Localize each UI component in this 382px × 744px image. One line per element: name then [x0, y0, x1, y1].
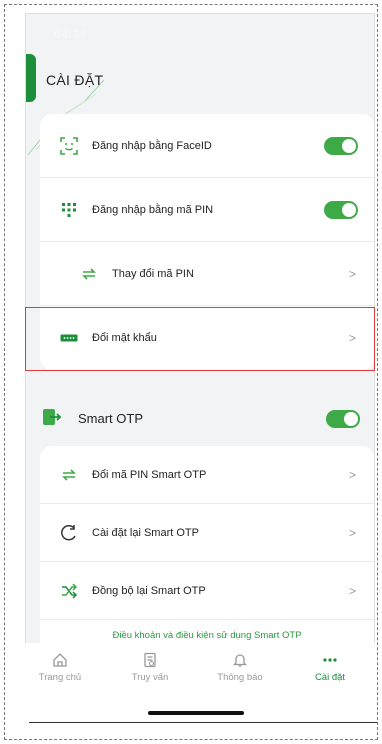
- signal-icon: [314, 28, 326, 36]
- otp-change-pin-label: Đổi mã PIN Smart OTP: [92, 468, 207, 481]
- otp-sync-row[interactable]: Đồng bộ lại Smart OTP >: [40, 562, 374, 620]
- smart-otp-toggle[interactable]: [326, 410, 360, 428]
- chevron-right-icon: >: [348, 467, 356, 482]
- tab-home-label: Trang chủ: [38, 672, 82, 683]
- tab-home[interactable]: Trang chủ: [25, 643, 95, 683]
- wifi-icon: [330, 28, 340, 36]
- otp-change-pin-row[interactable]: Đổi mã PIN Smart OTP >: [40, 446, 374, 504]
- home-icon: [25, 650, 95, 670]
- faceid-row: Đăng nhập bằng FaceID: [40, 114, 374, 178]
- change-pin-label: Thay đổi mã PIN: [112, 267, 194, 280]
- screenshot-frame: 04:39 CÀI ĐẶT Đăng nhập bằng FaceID Đăng…: [4, 4, 378, 740]
- tab-query[interactable]: Truy vấn: [115, 643, 185, 683]
- otp-sync-label: Đồng bộ lại Smart OTP: [92, 584, 206, 597]
- bottom-tabbar: Trang chủ Truy vấn Thông báo Cài đặt: [25, 643, 375, 693]
- change-password-highlight: [25, 307, 375, 371]
- bottom-divider: [29, 722, 377, 723]
- smart-otp-icon: [42, 408, 62, 431]
- more-icon: [295, 650, 365, 670]
- otp-reset-label: Cài đặt lại Smart OTP: [92, 526, 199, 539]
- faceid-icon: [58, 135, 80, 157]
- status-bar: 04:39: [26, 14, 374, 54]
- tab-query-label: Truy vấn: [131, 672, 169, 683]
- status-icons: [314, 28, 360, 36]
- reset-icon: [58, 522, 80, 544]
- otp-reset-row[interactable]: Cài đặt lại Smart OTP >: [40, 504, 374, 562]
- sync-icon: [58, 580, 80, 602]
- tab-settings-label: Cài đặt: [314, 672, 346, 683]
- keypad-icon: [58, 199, 80, 221]
- swap-icon: [78, 263, 100, 285]
- tab-notifications-label: Thông báo: [217, 672, 263, 683]
- chevron-right-icon: >: [348, 525, 356, 540]
- chevron-right-icon: >: [348, 266, 356, 281]
- change-pin-row[interactable]: Thay đổi mã PIN >: [40, 242, 374, 306]
- chevron-right-icon: >: [348, 583, 356, 598]
- pin-login-toggle[interactable]: [324, 200, 358, 219]
- smart-otp-header: Smart OTP: [26, 398, 374, 438]
- page-title: CÀI ĐẶT: [46, 72, 104, 88]
- battery-icon: [344, 28, 360, 36]
- bell-icon: [205, 650, 275, 670]
- tab-settings[interactable]: Cài đặt: [295, 643, 365, 683]
- faceid-label: Đăng nhập bằng FaceID: [92, 139, 212, 152]
- faceid-toggle[interactable]: [324, 136, 358, 155]
- swap-icon: [58, 464, 80, 486]
- smart-otp-title: Smart OTP: [78, 411, 144, 426]
- status-time: 04:39: [54, 27, 88, 41]
- home-indicator: [148, 711, 244, 715]
- pin-login-row: Đăng nhập bằng mã PIN: [40, 178, 374, 242]
- tab-notifications[interactable]: Thông báo: [205, 643, 275, 683]
- otp-terms-link[interactable]: Điều khoản và điều kiện sử dụng Smart OT…: [40, 630, 374, 641]
- pin-login-label: Đăng nhập bằng mã PIN: [92, 203, 214, 216]
- search-doc-icon: [115, 650, 185, 670]
